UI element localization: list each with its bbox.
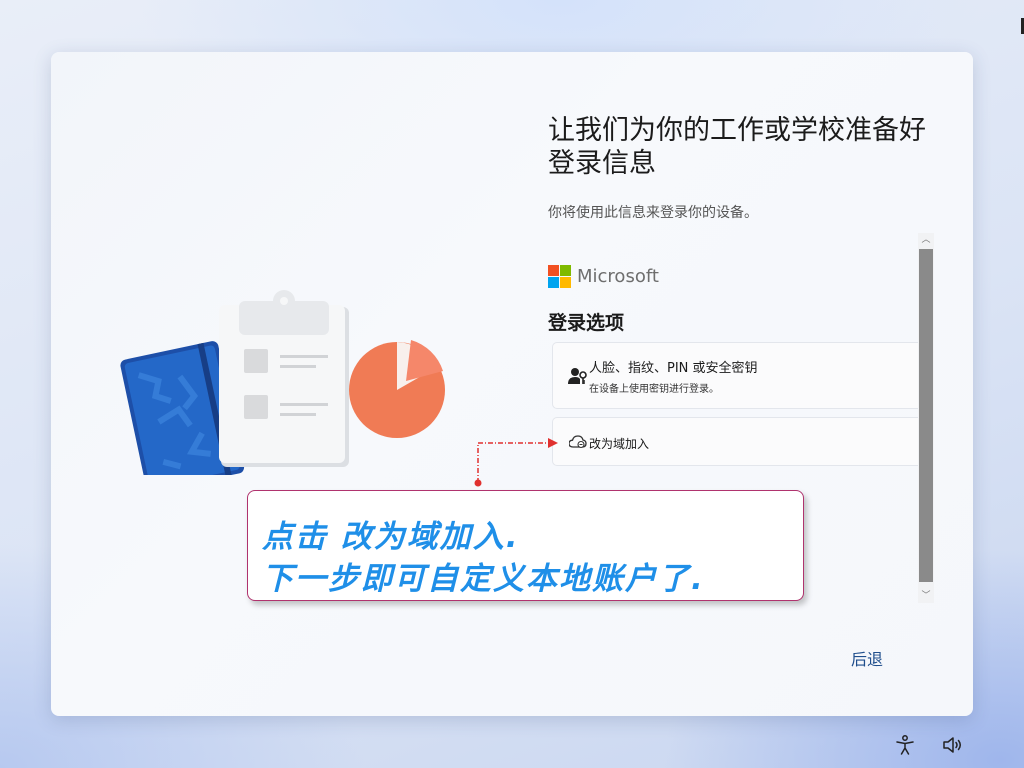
annotation-line-1: 点击 改为域加入. [262, 519, 520, 555]
microsoft-logo-icon [548, 265, 571, 288]
cloud-domain-icon [569, 435, 587, 449]
option-domain-join[interactable]: 改为域加入 [552, 417, 918, 466]
page-subtitle: 你将使用此信息来登录你的设备。 [548, 205, 758, 221]
brand-name: Microsoft [577, 266, 659, 287]
option-passkey-title: 人脸、指纹、PIN 或安全密钥 [589, 361, 758, 376]
sign-in-options-title: 登录选项 [548, 312, 625, 334]
accessibility-icon[interactable] [894, 734, 916, 756]
annotation-callout: 点击 改为域加入. 下一步即可自定义本地账户了. [247, 490, 804, 601]
scrollbar-thumb[interactable] [919, 249, 933, 582]
annotation-arrow [474, 438, 558, 487]
work-school-illustration [120, 290, 445, 475]
pie-chart-icon [349, 340, 445, 438]
clipboard-icon [219, 290, 349, 467]
volume-icon[interactable] [941, 734, 963, 756]
option-passkey[interactable]: 人脸、指纹、PIN 或安全密钥 在设备上使用密钥进行登录。 [552, 342, 918, 409]
option-passkey-description: 在设备上使用密钥进行登录。 [589, 384, 719, 395]
scroll-down-icon[interactable]: ﹀ [918, 589, 934, 603]
option-domain-join-title: 改为域加入 [589, 437, 650, 451]
options-scrollbar[interactable]: ︿ ﹀ [918, 233, 934, 603]
page-title: 让我们为你的工作或学校准备好登录信息 [548, 115, 926, 179]
scroll-up-icon[interactable]: ︿ [918, 233, 934, 247]
annotation-line-2: 下一步即可自定义本地账户了. [262, 561, 705, 597]
back-button[interactable]: 后退 [851, 646, 883, 670]
person-key-icon [568, 368, 587, 384]
